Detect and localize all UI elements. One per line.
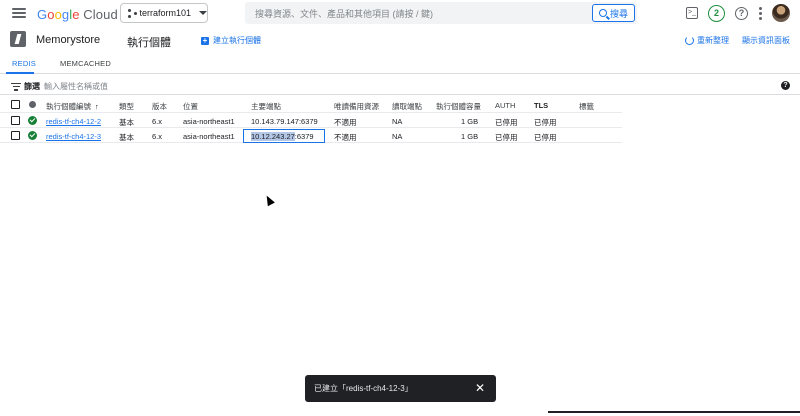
refresh-icon [685, 36, 694, 45]
row-checkbox[interactable] [11, 116, 20, 125]
chevron-down-icon [199, 11, 207, 15]
instance-replicas: 不適用 [334, 133, 357, 142]
row-checkbox[interactable] [11, 131, 20, 140]
help-icon[interactable]: ? [735, 6, 748, 20]
snackbar: 已建立「redis-tf-ch4-12-3」 ✕ [305, 375, 496, 402]
column-header-endpoint[interactable]: 主要端點 [251, 101, 281, 112]
instance-version: 6.x [152, 132, 163, 141]
tab-redis[interactable]: REDIS [12, 59, 36, 68]
more-options-icon[interactable] [758, 6, 762, 20]
filter-input[interactable]: 輸入屬性名稱或值 [44, 81, 108, 92]
help-icon[interactable]: ? [781, 81, 790, 90]
instance-read-endpoint: NA [392, 117, 403, 126]
column-header-auth[interactable]: AUTH [495, 101, 515, 110]
hamburger-menu-icon[interactable] [12, 6, 26, 20]
create-instance-button[interactable]: + 建立執行個體 [201, 35, 261, 46]
table-row[interactable]: redis-tf-ch4-12-3 基本 6.x asia-northeast1… [0, 128, 622, 143]
column-header-replicas[interactable]: 唯讀備用資源 [334, 101, 379, 112]
product-title: Memorystore [36, 34, 101, 46]
filter-bar: 篩選 輸入屬性名稱或值 ? [0, 77, 800, 95]
select-all-checkbox[interactable] [11, 100, 20, 109]
instance-auth: 已停用 [495, 133, 518, 142]
snackbar-message: 已建立「redis-tf-ch4-12-3」 [314, 384, 413, 393]
top-actions: >_ 2 ? [686, 4, 790, 22]
filter-label[interactable]: 篩選 [24, 81, 40, 92]
instance-location: asia-northeast1 [183, 117, 235, 126]
instance-capacity: 1 GB [461, 132, 479, 141]
column-header-location[interactable]: 位置 [183, 101, 198, 112]
instance-type: 基本 [119, 133, 134, 142]
instance-id-link[interactable]: redis-tf-ch4-12-2 [46, 117, 101, 126]
instances-table: 執行個體編號 ↑ 類型 版本 位置 主要端點 唯讀備用資源 讀取端點 執行個體容量… [0, 97, 622, 143]
create-instance-label: 建立執行個體 [213, 36, 261, 45]
search-input[interactable]: 搜尋資源、文件、產品和其他項目 (請按 / 鍵) [245, 7, 592, 20]
endpoint-port: :6379 [294, 132, 314, 141]
active-tab-indicator [6, 72, 34, 74]
instance-capacity: 1 GB [461, 117, 479, 126]
show-info-panel-button[interactable]: 顯示資訊面板 [742, 35, 790, 46]
instance-tls: 已停用 [534, 133, 557, 142]
search-icon [598, 9, 607, 17]
table-header-row: 執行個體編號 ↑ 類型 版本 位置 主要端點 唯讀備用資源 讀取端點 執行個體容量… [0, 97, 622, 113]
product-header: Memorystore 執行個體 + 建立執行個體 重新整理 顯示資訊面板 [0, 28, 800, 54]
instance-replicas: 不適用 [334, 118, 357, 127]
check-circle-icon [28, 116, 37, 125]
project-icon [128, 8, 137, 18]
column-header-tls[interactable]: TLS [534, 101, 548, 110]
search-button-label: 搜尋 [609, 8, 628, 19]
notifications-icon[interactable]: 2 [708, 4, 725, 22]
column-header-labels[interactable]: 標籤 [579, 101, 594, 112]
table-row[interactable]: redis-tf-ch4-12-2 基本 6.x asia-northeast1… [0, 113, 622, 128]
refresh-button[interactable]: 重新整理 [685, 35, 729, 46]
add-icon: + [201, 35, 209, 45]
project-picker[interactable]: terraform101 [120, 3, 208, 23]
project-name: terraform101 [139, 8, 191, 18]
close-icon[interactable]: ✕ [475, 381, 485, 395]
mouse-cursor-icon [263, 193, 275, 207]
column-header-read-endpoint[interactable]: 讀取端點 [392, 101, 422, 112]
divider [548, 411, 800, 413]
check-circle-icon [28, 131, 37, 140]
column-header-type[interactable]: 類型 [119, 101, 134, 112]
sort-ascending-icon: ↑ [95, 102, 99, 111]
instance-auth: 已停用 [495, 118, 518, 127]
column-header-capacity[interactable]: 執行個體容量 [436, 101, 481, 112]
refresh-label: 重新整理 [697, 36, 729, 45]
status-column-icon [29, 101, 36, 108]
google-cloud-logo[interactable]: Google Cloud [37, 7, 118, 22]
instance-read-endpoint: NA [392, 132, 403, 141]
instance-endpoint[interactable]: 10.12.243.27:6379 [251, 132, 314, 141]
column-header-id[interactable]: 執行個體編號 ↑ [46, 101, 99, 112]
instance-endpoint[interactable]: 10.143.79.147:6379 [251, 117, 318, 126]
search-button[interactable]: 搜尋 [591, 4, 635, 22]
cloud-shell-icon[interactable]: >_ [686, 7, 698, 19]
instance-location: asia-northeast1 [183, 132, 235, 141]
instance-version: 6.x [152, 117, 163, 126]
top-app-bar: Google Cloud terraform101 搜尋資源、文件、產品和其他項… [0, 0, 800, 28]
instance-type: 基本 [119, 118, 134, 127]
instance-tls: 已停用 [534, 118, 557, 127]
selected-endpoint-text: 10.12.243.27 [251, 132, 295, 141]
page-title: 執行個體 [127, 37, 171, 49]
column-header-version[interactable]: 版本 [152, 101, 167, 112]
memorystore-icon [10, 31, 26, 47]
avatar[interactable] [772, 4, 790, 22]
instance-id-link[interactable]: redis-tf-ch4-12-3 [46, 132, 101, 141]
tab-bar: REDIS MEMCACHED [0, 55, 800, 74]
tab-memcached[interactable]: MEMCACHED [60, 59, 111, 68]
filter-icon[interactable] [11, 83, 21, 93]
search-bar[interactable]: 搜尋資源、文件、產品和其他項目 (請按 / 鍵) 搜尋 [245, 2, 637, 24]
